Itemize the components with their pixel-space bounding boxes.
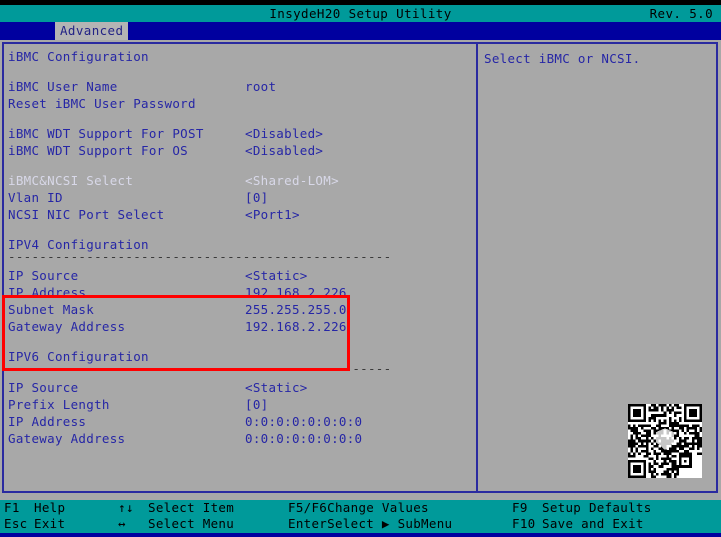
function-key-name: ↑↓: [118, 500, 134, 515]
function-key-row: Esc Exit ↔ Select Menu EnterSelect ▶ SubMenu…: [0, 516, 721, 532]
setting-row-ip-address[interactable]: IP Address 0:0:0:0:0:0:0:0: [6, 413, 474, 430]
setting-value[interactable]: 255.255.255.0: [245, 301, 347, 318]
function-key-name: F5/F6: [288, 500, 328, 515]
function-key-action: Select Item: [148, 500, 235, 515]
row-spacer: [6, 335, 474, 348]
function-key-select-submenu[interactable]: EnterSelect ▶ SubMenu: [288, 516, 452, 532]
setting-label: IP Source: [8, 268, 79, 283]
function-key-name: F1: [4, 500, 20, 515]
revision-label: Rev. 5.0: [649, 6, 713, 21]
function-key-action: Help: [34, 500, 66, 515]
setting-label: Prefix Length: [8, 397, 110, 412]
setting-value[interactable]: [0]: [245, 396, 268, 413]
setting-row-reset-ibmc-user-password[interactable]: Reset iBMC User Password: [6, 95, 474, 112]
setting-row-ibmc-wdt-support-for-post[interactable]: iBMC WDT Support For POST <Disabled>: [6, 125, 474, 142]
function-key-action: Select Menu: [148, 516, 235, 531]
row-spacer: [6, 223, 474, 236]
setting-label: IP Address: [8, 285, 87, 300]
separator-dashes: ----------------------------------------…: [8, 253, 392, 264]
qr-code-watermark: [628, 404, 702, 478]
setting-row-ibmc-ncsi-select[interactable]: iBMC&NCSI Select <Shared-LOM>: [6, 172, 474, 189]
function-key-save-and-exit[interactable]: F10 Save and Exit: [512, 516, 644, 532]
menu-bar: Advanced: [0, 22, 721, 40]
bios-setup-screen: InsydeH20 Setup Utility Rev. 5.0 Advance…: [0, 0, 721, 537]
function-key-name: Enter: [288, 516, 328, 531]
setting-value[interactable]: <Disabled>: [245, 142, 323, 159]
section-heading-ibmc-configuration: iBMC Configuration: [6, 48, 474, 65]
setting-value[interactable]: <Disabled>: [245, 125, 323, 142]
function-key-name: F9: [512, 500, 528, 515]
function-key-setup-defaults[interactable]: F9 Setup Defaults: [512, 500, 652, 516]
setting-row-gateway-address[interactable]: Gateway Address 192.168.2.226: [6, 318, 474, 335]
setting-label: Vlan ID: [8, 190, 63, 205]
tab-advanced[interactable]: Advanced: [55, 22, 129, 40]
section-separator: ----------------------------------------…: [6, 365, 474, 379]
setting-label: iBMC&NCSI Select: [8, 173, 134, 188]
function-key-select-menu[interactable]: ↔ Select Menu: [118, 516, 234, 532]
section-heading-ipv6-configuration: IPV6 Configuration: [6, 348, 474, 365]
setting-value[interactable]: 192.168.2.226: [245, 318, 347, 335]
function-key-action: Exit: [34, 516, 66, 531]
function-key-action: Setup Defaults: [542, 500, 652, 515]
setting-value[interactable]: 0:0:0:0:0:0:0:0: [245, 430, 362, 447]
setting-row-ibmc-wdt-support-for-os[interactable]: iBMC WDT Support For OS <Disabled>: [6, 142, 474, 159]
function-key-name: F10: [512, 516, 536, 531]
section-heading-label: IPV6 Configuration: [8, 349, 149, 364]
setting-label: IP Address: [8, 414, 87, 429]
row-spacer: [6, 65, 474, 78]
footer-bottom-strip: [0, 533, 721, 537]
function-key-select-item[interactable]: ↑↓ Select Item: [118, 500, 234, 516]
function-key-change-values[interactable]: F5/F6Change Values: [288, 500, 429, 516]
setting-label: iBMC User Name: [8, 79, 118, 94]
setting-value[interactable]: 192.168.2.226: [245, 284, 347, 301]
footer-separator: [0, 493, 721, 500]
setting-row-prefix-length[interactable]: Prefix Length [0]: [6, 396, 474, 413]
function-key-action: Select ▶ SubMenu: [327, 516, 453, 531]
setting-value[interactable]: <Static>: [245, 379, 308, 396]
row-spacer: [6, 159, 474, 172]
section-heading-label: IPV4 Configuration: [8, 237, 149, 252]
function-key-exit[interactable]: Esc Exit: [4, 516, 65, 532]
setting-row-ip-address[interactable]: IP Address 192.168.2.226: [6, 284, 474, 301]
panel-divider: [476, 42, 478, 493]
setting-value[interactable]: root: [245, 78, 276, 95]
setting-label: iBMC WDT Support For POST: [8, 126, 204, 141]
setting-row-ip-source[interactable]: IP Source <Static>: [6, 267, 474, 284]
title-bar: InsydeH20 Setup Utility Rev. 5.0: [0, 5, 721, 22]
setting-row-ncsi-nic-port-select[interactable]: NCSI NIC Port Select <Port1>: [6, 206, 474, 223]
setting-label: Gateway Address: [8, 431, 126, 446]
setting-row-vlan-id[interactable]: Vlan ID [0]: [6, 189, 474, 206]
settings-list: iBMC Configuration iBMC User Name root Rese…: [6, 48, 474, 488]
setting-value[interactable]: <Port1>: [245, 206, 300, 223]
setting-label: IP Source: [8, 380, 79, 395]
setting-label: iBMC WDT Support For OS: [8, 143, 188, 158]
setting-row-ip-source[interactable]: IP Source <Static>: [6, 379, 474, 396]
setting-value[interactable]: <Static>: [245, 267, 308, 284]
function-key-bar: F1 Help ↑↓ Select Item F5/F6Change Values F9 S…: [0, 500, 721, 533]
setting-label: NCSI NIC Port Select: [8, 207, 165, 222]
setting-value[interactable]: <Shared-LOM>: [245, 172, 339, 189]
page-title: InsydeH20 Setup Utility: [269, 6, 452, 21]
function-key-name: ↔: [118, 516, 126, 531]
setting-value[interactable]: 0:0:0:0:0:0:0:0: [245, 413, 362, 430]
function-key-action: Change Values: [327, 500, 429, 515]
setting-label: Subnet Mask: [8, 302, 95, 317]
setting-row-gateway-address[interactable]: Gateway Address 0:0:0:0:0:0:0:0: [6, 430, 474, 447]
separator-dashes: ----------------------------------------…: [8, 365, 392, 376]
function-key-row: F1 Help ↑↓ Select Item F5/F6Change Values F9 S…: [0, 500, 721, 516]
function-key-help[interactable]: F1 Help: [4, 500, 65, 516]
setting-row-subnet-mask[interactable]: Subnet Mask 255.255.255.0: [6, 301, 474, 318]
section-heading-ipv4-configuration: IPV4 Configuration: [6, 236, 474, 253]
function-key-name: Esc: [4, 516, 28, 531]
setting-row-ibmc-user-name[interactable]: iBMC User Name root: [6, 78, 474, 95]
row-spacer: [6, 112, 474, 125]
function-key-action: Save and Exit: [542, 516, 644, 531]
setting-label: Reset iBMC User Password: [8, 96, 196, 111]
help-text: Select iBMC or NCSI.: [484, 51, 641, 66]
section-heading-label: iBMC Configuration: [8, 49, 149, 64]
section-separator: ----------------------------------------…: [6, 253, 474, 267]
setting-label: Gateway Address: [8, 319, 126, 334]
setting-value[interactable]: [0]: [245, 189, 268, 206]
help-panel: Select iBMC or NCSI.: [484, 50, 712, 67]
